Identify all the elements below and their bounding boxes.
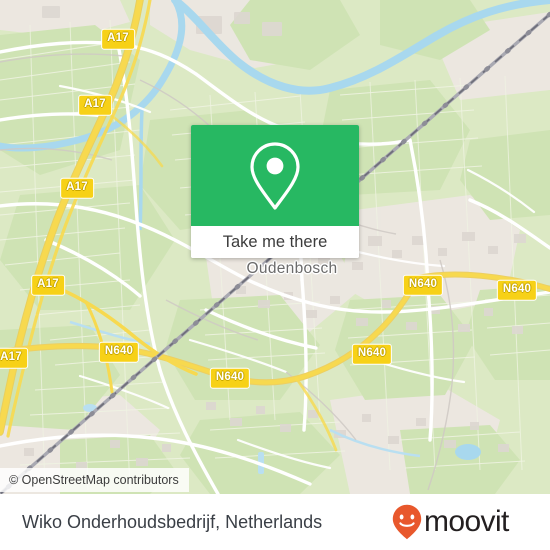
road-shield-a17-5[interactable]: A17 bbox=[0, 347, 28, 369]
road-shield-a17-3[interactable]: A17 bbox=[60, 177, 94, 199]
place-label-text: Oudenbosch bbox=[246, 260, 338, 277]
road-shield-n640-2[interactable]: N640 bbox=[209, 367, 251, 389]
road-shield-a17-2[interactable]: A17 bbox=[78, 94, 112, 116]
shield-label: N640 bbox=[104, 344, 134, 357]
shield-label: A17 bbox=[84, 97, 106, 110]
shield-label: N640 bbox=[357, 346, 387, 359]
place-label-oudenbosch: Oudenbosch bbox=[247, 260, 338, 278]
shield-label: N640 bbox=[215, 370, 245, 383]
take-me-there-button[interactable]: Take me there bbox=[191, 226, 359, 258]
road-shield-n640-3[interactable]: N640 bbox=[351, 343, 393, 365]
moovit-map-page: A17 A17 A17 A17 A17 N640 N640 N640 N640 … bbox=[0, 0, 550, 550]
shield-label: A17 bbox=[66, 180, 88, 193]
svg-text:moovit: moovit bbox=[424, 505, 510, 538]
osm-attribution[interactable]: © OpenStreetMap contributors bbox=[0, 468, 189, 492]
take-me-there-label: Take me there bbox=[222, 232, 328, 251]
map-canvas[interactable]: A17 A17 A17 A17 A17 N640 N640 N640 N640 … bbox=[0, 0, 550, 494]
shield-label: N640 bbox=[408, 277, 438, 290]
callout-header bbox=[191, 125, 359, 226]
moovit-logo[interactable]: moovit bbox=[392, 504, 528, 540]
road-shield-n640-4[interactable]: N640 bbox=[402, 274, 444, 296]
moovit-smiley-pin-icon bbox=[392, 504, 422, 540]
osm-attribution-text: © OpenStreetMap contributors bbox=[9, 473, 179, 487]
road-shield-a17-4[interactable]: A17 bbox=[31, 274, 65, 296]
shield-label: A17 bbox=[107, 31, 129, 44]
moovit-wordmark: moovit bbox=[424, 505, 528, 539]
shield-label: N640 bbox=[502, 282, 532, 295]
shield-label: A17 bbox=[37, 277, 59, 290]
footer-bar: Wiko Onderhoudsbedrijf, Netherlands moov… bbox=[0, 494, 550, 550]
road-shield-n640-5[interactable]: N640 bbox=[496, 279, 538, 301]
location-title: Wiko Onderhoudsbedrijf, Netherlands bbox=[22, 511, 323, 532]
location-callout-card[interactable]: Take me there bbox=[191, 125, 359, 258]
shield-label: A17 bbox=[0, 350, 22, 363]
road-shield-a17-1[interactable]: A17 bbox=[101, 28, 135, 50]
road-shield-n640-1[interactable]: N640 bbox=[98, 341, 140, 363]
map-pin-icon bbox=[247, 140, 303, 212]
